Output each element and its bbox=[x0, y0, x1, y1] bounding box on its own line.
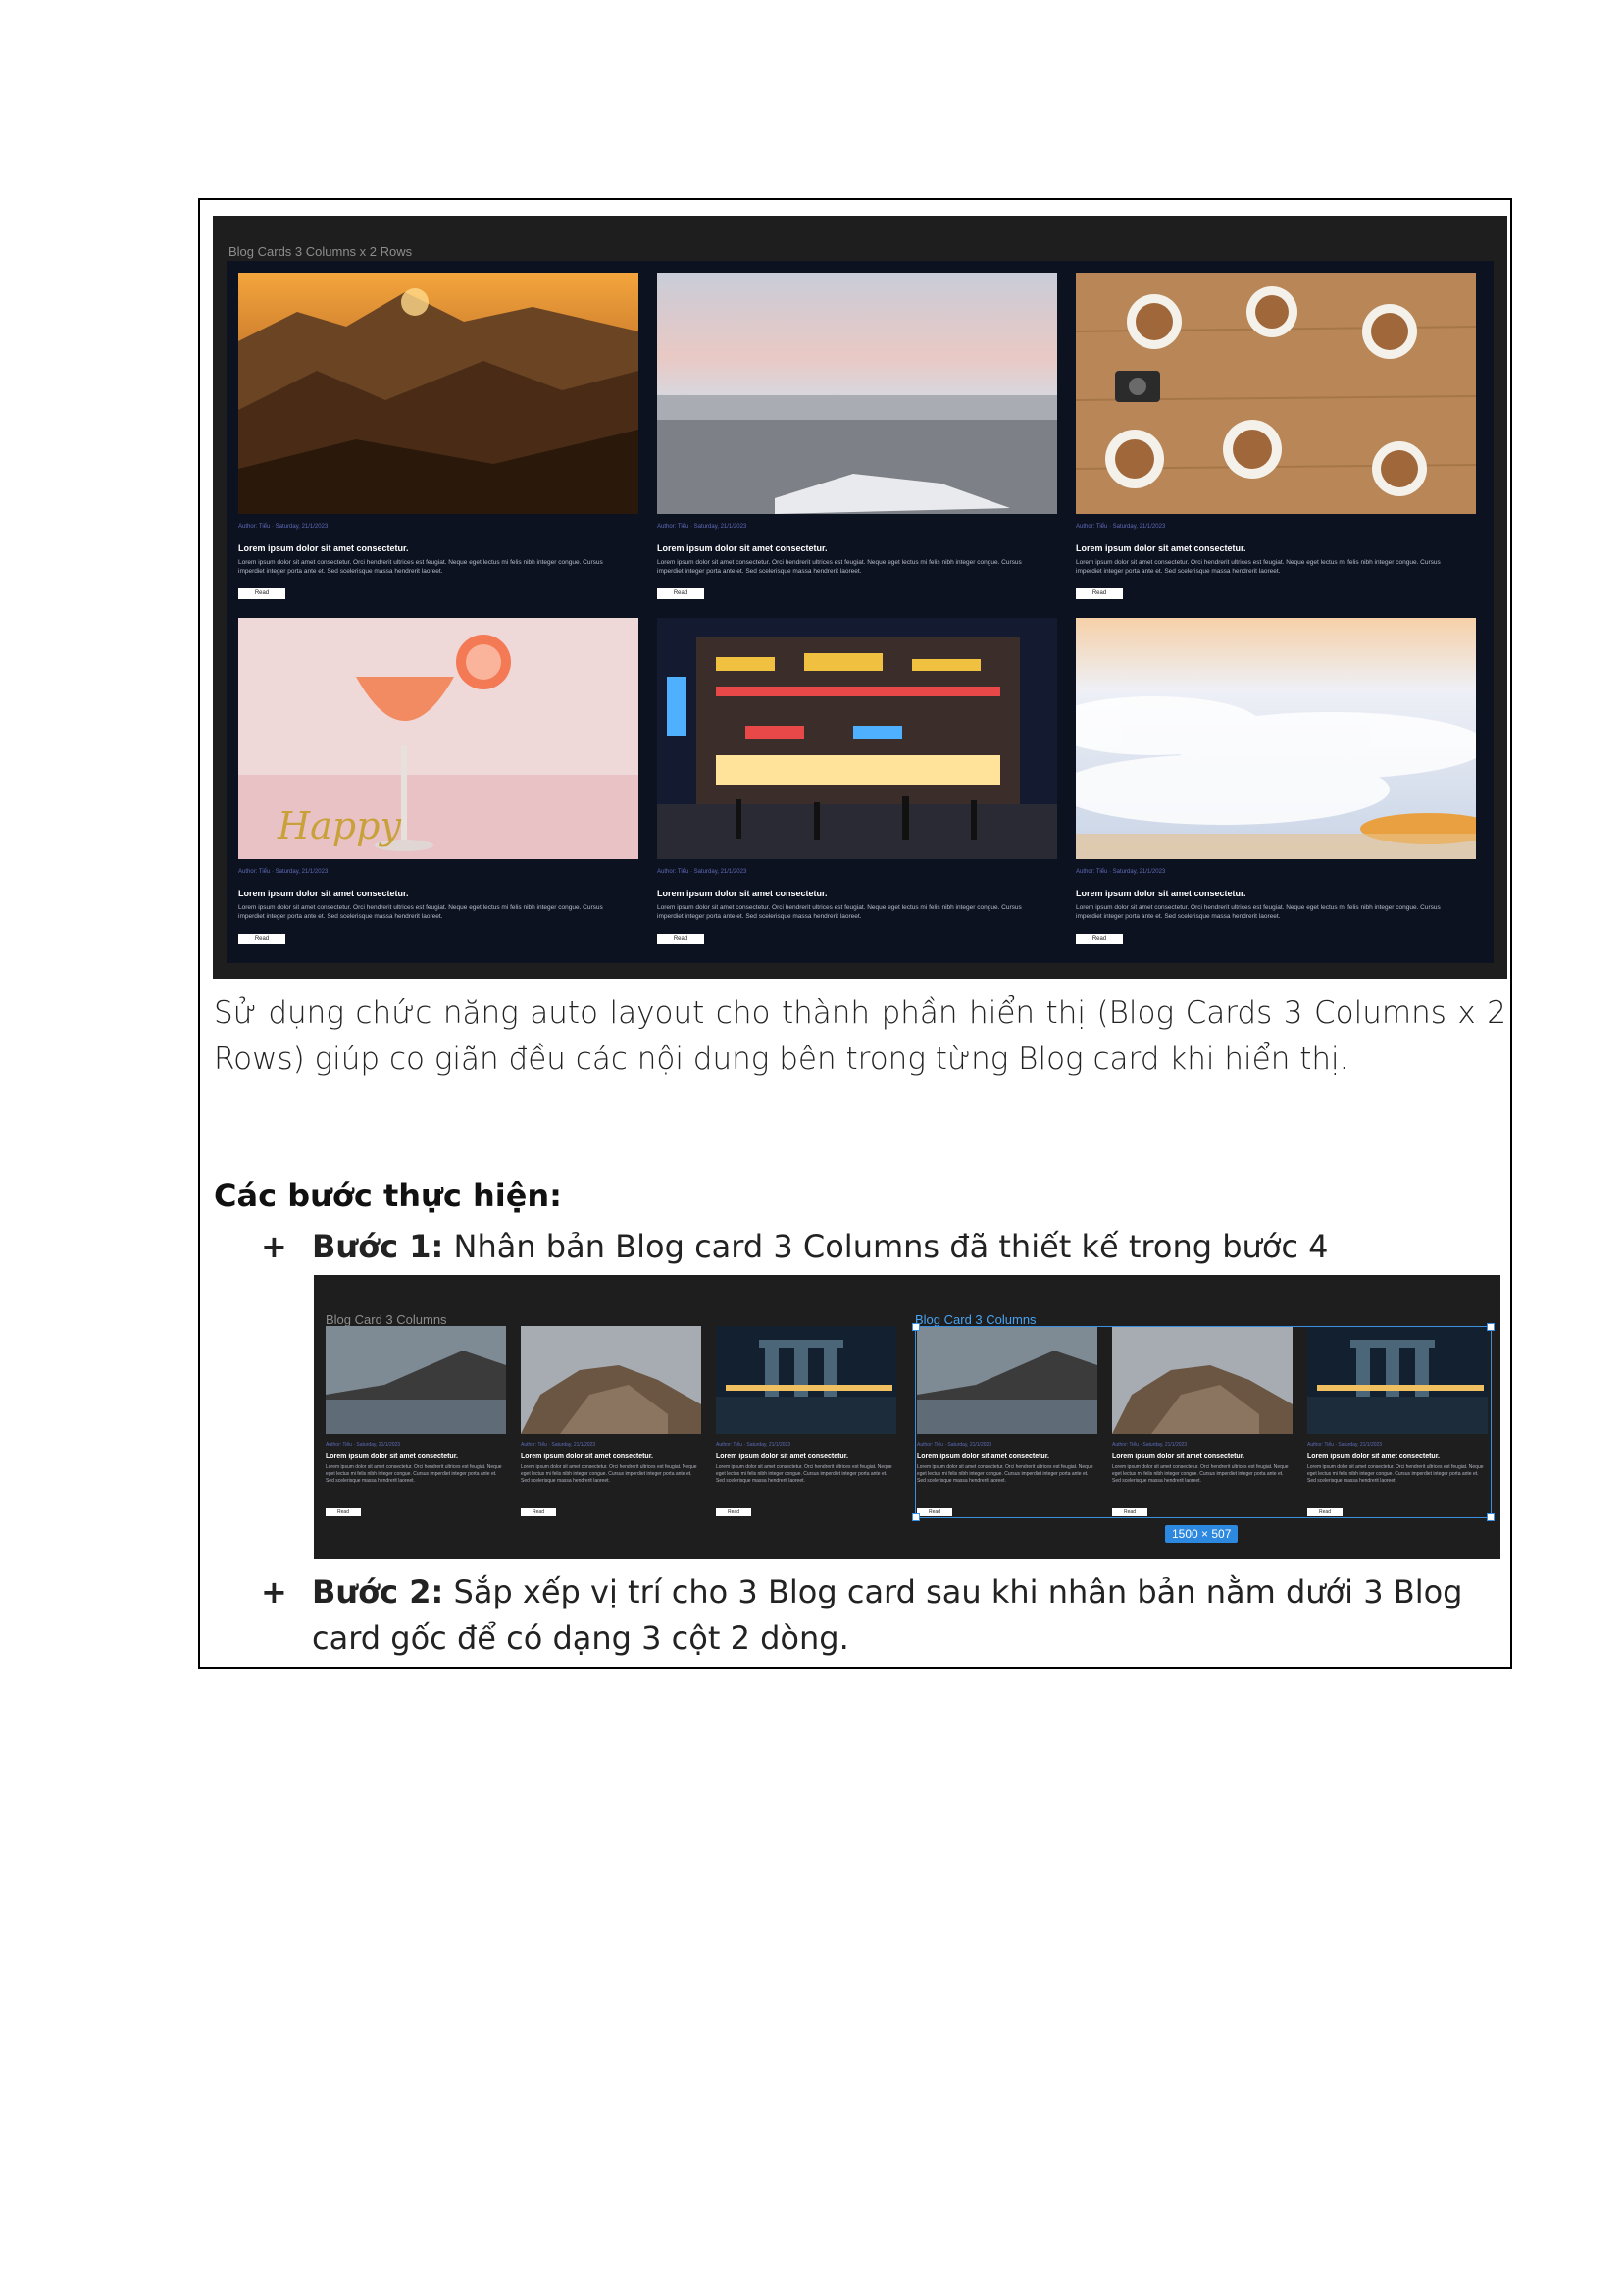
read-button[interactable]: Read bbox=[238, 588, 285, 599]
bullet-marker: + bbox=[261, 1573, 287, 1610]
read-button[interactable]: Read bbox=[1076, 588, 1123, 599]
post-title: Lorem ipsum dolor sit amet consectetur. bbox=[716, 1453, 848, 1460]
post-title: Lorem ipsum dolor sit amet consectetur. bbox=[657, 543, 828, 553]
svg-text:Happy: Happy bbox=[277, 804, 401, 847]
blog-cards-grid: Author: Tiểu · Saturday, 21/1/2023 Lorem… bbox=[227, 261, 1494, 963]
post-excerpt: Lorem ipsum dolor sit amet consectetur. … bbox=[238, 904, 603, 920]
post-title: Lorem ipsum dolor sit amet consectetur. bbox=[1076, 889, 1246, 898]
figure-blog-cards-grid: Blog Cards 3 Columns x 2 Rows Author: Ti… bbox=[213, 216, 1507, 979]
post-meta: Author: Tiểu · Saturday, 21/1/2023 bbox=[326, 1442, 401, 1448]
post-excerpt: Lorem ipsum dolor sit amet consectetur. … bbox=[238, 559, 603, 575]
cocktail-photo: Happy bbox=[238, 618, 638, 859]
post-title: Lorem ipsum dolor sit amet consectetur. bbox=[1076, 543, 1246, 553]
post-title: Lorem ipsum dolor sit amet consectetur. bbox=[326, 1453, 458, 1460]
post-meta: Author: Tiểu · Saturday, 21/1/2023 bbox=[238, 524, 329, 530]
post-excerpt: Lorem ipsum dolor sit amet consectetur. … bbox=[521, 1464, 697, 1484]
frame-label: Blog Cards 3 Columns x 2 Rows bbox=[228, 244, 413, 259]
post-excerpt: Lorem ipsum dolor sit amet consectetur. … bbox=[657, 904, 1022, 920]
read-button[interactable]: Read bbox=[326, 1508, 361, 1516]
city-night-photo bbox=[657, 618, 1057, 859]
read-button[interactable]: Read bbox=[521, 1508, 556, 1516]
read-button[interactable]: Read bbox=[716, 1508, 751, 1516]
post-meta: Author: Tiểu · Saturday, 21/1/2023 bbox=[657, 524, 747, 530]
dimension-badge: 1500 × 507 bbox=[1165, 1525, 1239, 1543]
lake-mountain-photo bbox=[326, 1326, 506, 1434]
frame-label: Blog Card 3 Columns bbox=[326, 1312, 447, 1327]
frame-label-selected: Blog Card 3 Columns bbox=[915, 1312, 1037, 1327]
post-title: Lorem ipsum dolor sit amet consectetur. bbox=[521, 1453, 653, 1460]
post-meta: Author: Tiểu · Saturday, 21/1/2023 bbox=[521, 1442, 596, 1448]
post-excerpt: Lorem ipsum dolor sit amet consectetur. … bbox=[326, 1464, 502, 1484]
resize-handle-bottom-right[interactable] bbox=[1487, 1513, 1495, 1521]
post-meta: Author: Tiểu · Saturday, 21/1/2023 bbox=[1076, 869, 1166, 875]
post-meta: Author: Tiểu · Saturday, 21/1/2023 bbox=[657, 869, 747, 875]
step-label: Bước 1: bbox=[312, 1228, 444, 1265]
resize-handle-bottom-left[interactable] bbox=[912, 1513, 920, 1521]
post-title: Lorem ipsum dolor sit amet consectetur. bbox=[238, 889, 409, 898]
description-paragraph: Sử dụng chức năng auto layout cho thành … bbox=[214, 995, 1506, 1077]
step-label: Bước 2: bbox=[312, 1573, 444, 1610]
desert-sunset-photo bbox=[238, 273, 638, 514]
marina-bay-photo bbox=[716, 1326, 896, 1434]
post-excerpt: Lorem ipsum dolor sit amet consectetur. … bbox=[716, 1464, 892, 1484]
read-button[interactable]: Read bbox=[238, 934, 285, 944]
bullet-marker: + bbox=[261, 1228, 287, 1265]
steps-heading: Các bước thực hiện: bbox=[214, 1177, 562, 1214]
read-button[interactable]: Read bbox=[657, 934, 704, 944]
post-excerpt: Lorem ipsum dolor sit amet consectetur. … bbox=[1076, 904, 1441, 920]
coffee-table-photo bbox=[1076, 273, 1476, 514]
post-excerpt: Lorem ipsum dolor sit amet consectetur. … bbox=[1076, 559, 1441, 575]
read-button[interactable]: Read bbox=[1076, 934, 1123, 944]
selection-box[interactable] bbox=[912, 1323, 1495, 1521]
read-button[interactable]: Read bbox=[657, 588, 704, 599]
post-excerpt: Lorem ipsum dolor sit amet consectetur. … bbox=[657, 559, 1022, 575]
figure-duplicate-cards: Blog Card 3 Columns Blog Card 3 Columns … bbox=[314, 1275, 1500, 1559]
step-text: Nhân bản Blog card 3 Columns đã thiết kế… bbox=[443, 1228, 1329, 1265]
snowy-forest-photo bbox=[657, 273, 1057, 514]
post-title: Lorem ipsum dolor sit amet consectetur. bbox=[238, 543, 409, 553]
post-title: Lorem ipsum dolor sit amet consectetur. bbox=[657, 889, 828, 898]
rock-peak-photo bbox=[521, 1326, 701, 1434]
step-text: Sắp xếp vị trí cho 3 Blog card sau khi n… bbox=[312, 1573, 1463, 1657]
resize-handle-top-right[interactable] bbox=[1487, 1323, 1495, 1331]
post-meta: Author: Tiểu · Saturday, 21/1/2023 bbox=[1076, 524, 1166, 530]
post-meta: Author: Tiểu · Saturday, 21/1/2023 bbox=[716, 1442, 791, 1448]
sea-of-clouds-photo bbox=[1076, 618, 1476, 859]
resize-handle-top-left[interactable] bbox=[912, 1323, 920, 1331]
post-meta: Author: Tiểu · Saturday, 21/1/2023 bbox=[238, 869, 329, 875]
